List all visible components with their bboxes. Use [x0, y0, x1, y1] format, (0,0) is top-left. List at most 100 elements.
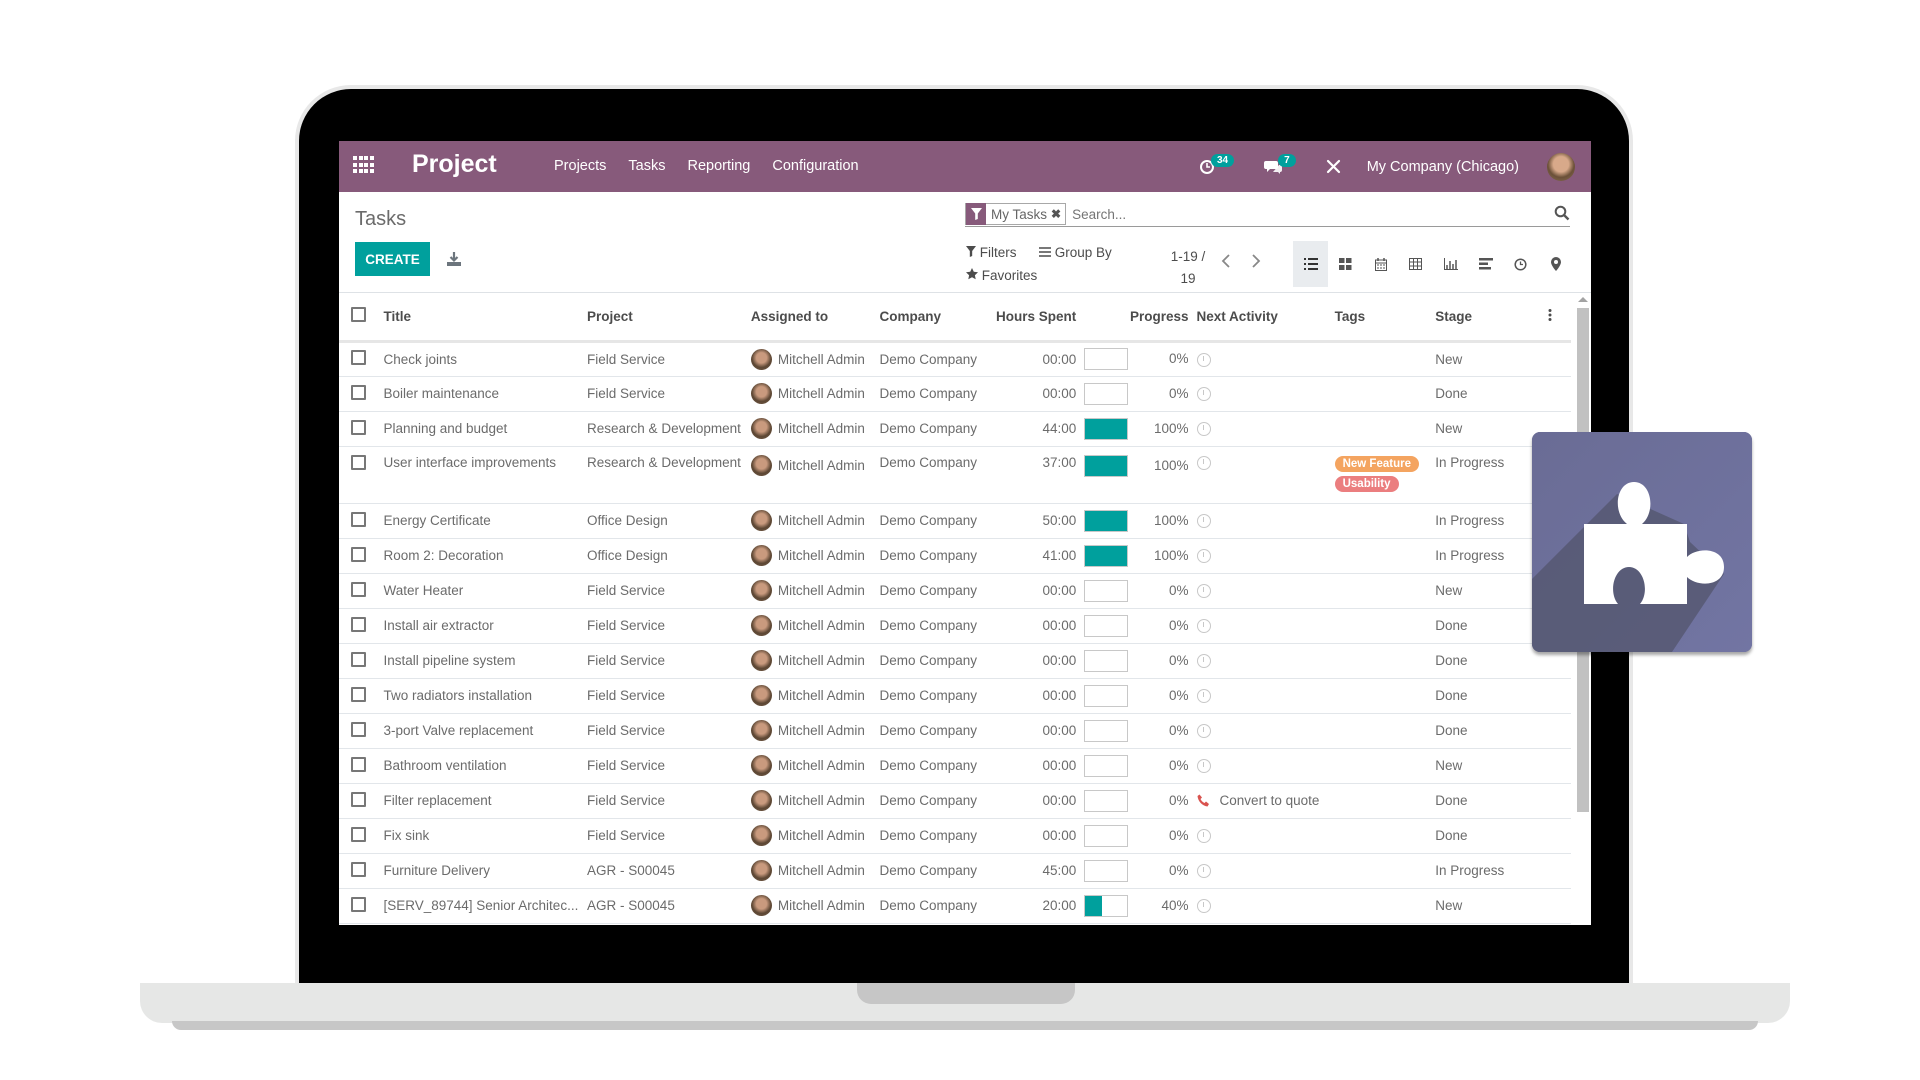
row-checkbox[interactable]: [351, 861, 366, 877]
clock-icon[interactable]: [1196, 899, 1211, 914]
debug-tools-menu[interactable]: [1326, 159, 1341, 174]
clock-icon[interactable]: [1196, 864, 1211, 879]
row-checkbox[interactable]: [351, 616, 366, 632]
clock-icon[interactable]: [1196, 724, 1211, 739]
row-checkbox[interactable]: [351, 686, 366, 702]
clock-icon[interactable]: [1196, 422, 1211, 437]
column-tags[interactable]: Tags: [1334, 293, 1436, 343]
column-assigned-to[interactable]: Assigned to: [750, 293, 880, 343]
table-row[interactable]: Furniture Delivery AGR - S00045 Mitchell…: [339, 853, 1571, 889]
row-checkbox[interactable]: [351, 454, 366, 470]
view-gantt-button[interactable]: [1468, 241, 1503, 287]
menu-reporting[interactable]: Reporting: [687, 158, 750, 174]
chevron-left-icon[interactable]: [1221, 254, 1231, 268]
view-graph-button[interactable]: [1433, 241, 1468, 287]
table-row[interactable]: User interface improvements Research & D…: [339, 446, 1571, 504]
column-title[interactable]: Title: [383, 293, 588, 343]
search-icon[interactable]: [1554, 205, 1570, 221]
table-row[interactable]: Two radiators installation Field Service…: [339, 678, 1571, 714]
table-row[interactable]: Planning and budget Research & Developme…: [339, 411, 1571, 447]
view-activity-button[interactable]: [1503, 241, 1538, 287]
row-checkbox[interactable]: [351, 546, 366, 562]
clock-icon[interactable]: [1196, 759, 1211, 774]
group-by-dropdown[interactable]: Group By: [1039, 245, 1112, 260]
activity-menu[interactable]: 34: [1199, 154, 1238, 175]
optional-columns-toggle[interactable]: [1547, 293, 1571, 343]
apps-menu-icon[interactable]: [353, 156, 374, 174]
column-progress[interactable]: Progress: [1084, 293, 1197, 343]
row-checkbox[interactable]: [351, 350, 366, 365]
pager-value[interactable]: 1-19 / 19: [1165, 246, 1211, 290]
task-title[interactable]: Furniture Delivery: [383, 853, 588, 889]
column-next-activity[interactable]: Next Activity: [1196, 293, 1335, 343]
table-row[interactable]: Bathroom ventilation Field Service Mitch…: [339, 748, 1571, 784]
clock-icon[interactable]: [1196, 689, 1211, 704]
task-title[interactable]: Filter replacement: [383, 783, 588, 819]
filters-dropdown[interactable]: Filters: [966, 245, 1017, 260]
table-row[interactable]: Fix sink Field Service Mitchell Admin De…: [339, 818, 1571, 854]
task-title[interactable]: Install air extractor: [383, 608, 588, 644]
view-calendar-button[interactable]: [1363, 241, 1398, 287]
column-project[interactable]: Project: [587, 293, 751, 343]
task-title[interactable]: Room 2: Decoration: [383, 538, 588, 574]
table-row[interactable]: 3-port Valve replacement Field Service M…: [339, 713, 1571, 749]
task-title[interactable]: Two radiators installation: [383, 678, 588, 714]
row-checkbox[interactable]: [351, 826, 366, 842]
table-row[interactable]: Filter replacement Field Service Mitchel…: [339, 783, 1571, 819]
row-checkbox[interactable]: [351, 651, 366, 667]
favorites-dropdown[interactable]: Favorites: [966, 268, 1037, 283]
task-title[interactable]: Install pipeline system: [383, 643, 588, 679]
clock-icon[interactable]: [1196, 549, 1211, 564]
table-row[interactable]: Install pipeline system Field Service Mi…: [339, 643, 1571, 679]
company-switcher[interactable]: My Company (Chicago): [1367, 159, 1519, 175]
search-facet[interactable]: My Tasks ✖: [965, 203, 1067, 225]
menu-tasks[interactable]: Tasks: [628, 158, 665, 174]
activity-summary[interactable]: Convert to quote: [1220, 793, 1320, 808]
clock-icon[interactable]: [1196, 455, 1211, 470]
select-all-checkbox[interactable]: [351, 307, 366, 323]
column-hours-spent[interactable]: Hours Spent: [987, 293, 1085, 343]
clock-icon[interactable]: [1196, 829, 1211, 844]
task-title[interactable]: Boiler maintenance: [383, 376, 588, 412]
table-row[interactable]: Check joints Field Service Mitchell Admi…: [339, 341, 1571, 377]
download-icon[interactable]: [446, 251, 462, 267]
clock-icon[interactable]: [1196, 654, 1211, 669]
task-title[interactable]: Fix sink: [383, 818, 588, 854]
row-checkbox[interactable]: [351, 896, 366, 912]
row-checkbox[interactable]: [351, 791, 366, 807]
row-checkbox[interactable]: [351, 721, 366, 737]
row-checkbox[interactable]: [351, 384, 366, 400]
clock-icon[interactable]: [1196, 352, 1211, 367]
table-row[interactable]: Room 2: Decoration Office Design Mitchel…: [339, 538, 1571, 574]
facet-remove-icon[interactable]: ✖: [1051, 207, 1065, 221]
task-title[interactable]: Energy Certificate: [383, 503, 588, 539]
task-title[interactable]: 3-port Valve replacement: [383, 713, 588, 749]
row-checkbox[interactable]: [351, 756, 366, 772]
table-row[interactable]: Energy Certificate Office Design Mitchel…: [339, 503, 1571, 539]
row-checkbox[interactable]: [351, 581, 366, 597]
task-title[interactable]: User interface improvements: [383, 446, 588, 504]
task-title[interactable]: Planning and budget: [383, 411, 588, 447]
task-title[interactable]: [SERV_89744] Senior Architec...: [383, 888, 588, 924]
view-kanban-button[interactable]: [1328, 241, 1363, 287]
view-list-button[interactable]: [1293, 241, 1328, 287]
task-title[interactable]: Check joints: [383, 341, 588, 377]
view-pivot-button[interactable]: [1398, 241, 1433, 287]
chevron-right-icon[interactable]: [1251, 254, 1261, 268]
row-checkbox[interactable]: [351, 511, 366, 527]
table-row[interactable]: Water Heater Field Service Mitchell Admi…: [339, 573, 1571, 609]
clock-icon[interactable]: [1196, 584, 1211, 599]
search-input[interactable]: [1072, 206, 1543, 222]
task-title[interactable]: Water Heater: [383, 573, 588, 609]
row-checkbox[interactable]: [351, 419, 366, 435]
table-row[interactable]: Boiler maintenance Field Service Mitchel…: [339, 376, 1571, 412]
clock-icon[interactable]: [1196, 387, 1211, 402]
messaging-menu[interactable]: 7: [1264, 154, 1300, 175]
table-row[interactable]: Install air extractor Field Service Mitc…: [339, 608, 1571, 644]
clock-icon[interactable]: [1196, 619, 1211, 634]
column-company[interactable]: Company: [879, 293, 988, 343]
menu-projects[interactable]: Projects: [554, 158, 606, 174]
table-row[interactable]: [SERV_89744] Senior Architec... AGR - S0…: [339, 888, 1571, 924]
user-avatar[interactable]: [1547, 152, 1575, 181]
column-stage[interactable]: Stage: [1435, 293, 1548, 343]
